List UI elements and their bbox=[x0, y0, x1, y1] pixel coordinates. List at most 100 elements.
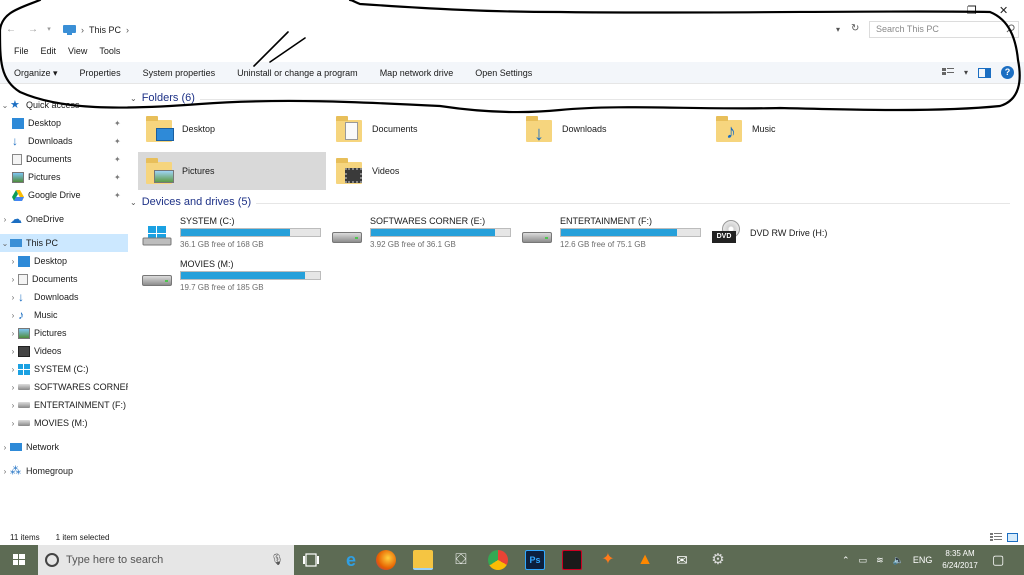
app-icon[interactable] bbox=[562, 550, 582, 570]
nav-onedrive[interactable]: › ☁ OneDrive bbox=[0, 210, 128, 228]
drive-softwares-corner-e[interactable]: SOFTWARES CORNER (E:) 3.92 GB free of 36… bbox=[326, 214, 511, 254]
recent-chevron-icon[interactable]: ▾ bbox=[42, 23, 56, 37]
change-view-icon[interactable] bbox=[941, 67, 954, 78]
chevron-right-icon[interactable]: › bbox=[8, 293, 18, 302]
vlc-icon[interactable]: ▲ bbox=[635, 550, 655, 570]
nav-pc-documents[interactable]: › Documents bbox=[0, 270, 128, 288]
chevron-right-icon[interactable]: › bbox=[0, 467, 10, 476]
folder-documents[interactable]: Documents bbox=[328, 110, 516, 148]
windows-start-icon[interactable] bbox=[0, 545, 38, 575]
chevron-right-icon[interactable]: › bbox=[8, 419, 18, 428]
nav-pc-system-c[interactable]: › SYSTEM (C:) bbox=[0, 360, 128, 378]
drive-movies-m[interactable]: MOVIES (M:) 19.7 GB free of 185 GB bbox=[136, 257, 321, 297]
chevron-right-icon[interactable]: › bbox=[0, 443, 10, 452]
nav-pc-movies-m[interactable]: › MOVIES (M:) bbox=[0, 414, 128, 432]
properties-button[interactable]: Properties bbox=[69, 62, 132, 84]
edge-browser-icon[interactable]: e bbox=[341, 550, 361, 570]
chevron-right-icon[interactable]: › bbox=[8, 311, 18, 320]
address-bar[interactable]: › This PC › bbox=[58, 21, 864, 39]
search-input[interactable]: Search This PC bbox=[869, 21, 1019, 38]
task-view-icon[interactable] bbox=[303, 553, 319, 567]
details-view-icon[interactable] bbox=[990, 533, 1002, 542]
chevron-right-icon[interactable]: › bbox=[8, 257, 18, 266]
nav-pc-desktop[interactable]: › Desktop bbox=[0, 252, 128, 270]
back-icon[interactable]: ← bbox=[4, 23, 18, 37]
chevron-right-icon[interactable]: › bbox=[126, 25, 129, 35]
chevron-right-icon[interactable]: › bbox=[81, 25, 84, 35]
nav-pc-pictures[interactable]: › Pictures bbox=[0, 324, 128, 342]
nav-this-pc[interactable]: ⌄ This PC bbox=[0, 234, 128, 252]
nav-network[interactable]: › Network bbox=[0, 438, 128, 456]
menu-file[interactable]: File bbox=[8, 45, 35, 57]
drive-entertainment-f[interactable]: ENTERTAINMENT (F:) 12.6 GB free of 75.1 … bbox=[516, 214, 701, 254]
breadcrumb-this-pc[interactable]: This PC bbox=[89, 25, 121, 35]
nav-pc-entertainment-f[interactable]: › ENTERTAINMENT (F:) bbox=[0, 396, 128, 414]
chevron-right-icon[interactable]: › bbox=[8, 401, 18, 410]
chevron-right-icon[interactable]: › bbox=[8, 329, 18, 338]
battery-icon[interactable]: ▭ bbox=[859, 555, 868, 566]
chevron-right-icon[interactable]: › bbox=[8, 347, 18, 356]
nav-qa-desktop[interactable]: Desktop ✦ bbox=[0, 114, 128, 132]
chevron-right-icon[interactable]: › bbox=[8, 365, 18, 374]
folder-desktop[interactable]: Desktop bbox=[138, 110, 326, 148]
file-explorer-taskbar-icon[interactable] bbox=[413, 550, 433, 570]
language-indicator[interactable]: ENG bbox=[913, 555, 933, 565]
drive-dvd-rw-h[interactable]: DVD DVD RW Drive (H:) bbox=[706, 214, 891, 254]
open-settings-button[interactable]: Open Settings bbox=[464, 62, 543, 84]
pin-icon[interactable]: ✦ bbox=[114, 173, 121, 182]
pin-icon[interactable]: ✦ bbox=[114, 155, 121, 164]
drives-group-header[interactable]: ⌄ Devices and drives (5) bbox=[130, 196, 251, 208]
chevron-right-icon[interactable]: › bbox=[8, 383, 18, 392]
action-center-icon[interactable]: ▢ bbox=[992, 552, 1004, 568]
refresh-icon[interactable]: ↻ bbox=[851, 23, 859, 34]
close-icon[interactable]: ✕ bbox=[999, 4, 1008, 17]
app-icon[interactable]: ⚙ bbox=[708, 550, 728, 570]
menu-view[interactable]: View bbox=[62, 45, 93, 57]
nav-qa-downloads[interactable]: ↓ Downloads ✦ bbox=[0, 132, 128, 150]
chevron-down-icon[interactable]: ⌄ bbox=[130, 94, 137, 103]
photoshop-icon[interactable]: Ps bbox=[525, 550, 545, 570]
search-icon[interactable] bbox=[1006, 24, 1015, 33]
view-dropdown-icon[interactable]: ▾ bbox=[964, 68, 968, 77]
pin-icon[interactable]: ✦ bbox=[114, 191, 121, 200]
store-icon[interactable]: ⛋ bbox=[451, 550, 471, 570]
chevron-right-icon[interactable]: › bbox=[8, 275, 18, 284]
map-network-drive-button[interactable]: Map network drive bbox=[369, 62, 465, 84]
chevron-down-icon[interactable]: ⌄ bbox=[0, 239, 10, 248]
folder-pictures[interactable]: Pictures bbox=[138, 152, 326, 190]
chevron-up-icon[interactable]: ⌃ bbox=[842, 555, 850, 566]
drive-system-c[interactable]: SYSTEM (C:) 36.1 GB free of 168 GB bbox=[136, 214, 321, 254]
nav-qa-google-drive[interactable]: Google Drive ✦ bbox=[0, 186, 128, 204]
menu-edit[interactable]: Edit bbox=[35, 45, 63, 57]
address-dropdown-icon[interactable]: ▾ bbox=[836, 25, 840, 34]
forward-icon[interactable]: → bbox=[26, 23, 40, 37]
chevron-right-icon[interactable]: › bbox=[0, 215, 10, 224]
pin-icon[interactable]: ✦ bbox=[114, 137, 121, 146]
nav-pc-videos[interactable]: › Videos bbox=[0, 342, 128, 360]
nav-homegroup[interactable]: › ⁂ Homegroup bbox=[0, 462, 128, 480]
large-icons-view-icon[interactable] bbox=[1007, 533, 1018, 542]
preview-pane-icon[interactable] bbox=[978, 67, 991, 78]
nav-pc-softwares-e[interactable]: › SOFTWARES CORNER bbox=[0, 378, 128, 396]
chevron-down-icon[interactable]: ⌄ bbox=[130, 198, 137, 207]
firefox-icon[interactable] bbox=[376, 550, 396, 570]
folder-downloads[interactable]: ↓ Downloads bbox=[518, 110, 706, 148]
wifi-icon[interactable]: ≋ bbox=[876, 555, 884, 566]
nav-pc-music[interactable]: › ♪ Music bbox=[0, 306, 128, 324]
uninstall-program-button[interactable]: Uninstall or change a program bbox=[226, 62, 369, 84]
microphone-icon[interactable]: 🎙 bbox=[270, 553, 284, 566]
organize-button[interactable]: Organize ▾ bbox=[0, 62, 69, 84]
mail-icon[interactable]: ✉ bbox=[672, 550, 692, 570]
volume-icon[interactable]: 🔈 bbox=[893, 555, 904, 566]
chrome-icon[interactable] bbox=[488, 550, 508, 570]
nav-quick-access[interactable]: ⌄ ★ Quick access bbox=[0, 96, 128, 114]
menu-tools[interactable]: Tools bbox=[93, 45, 126, 57]
folder-music[interactable]: ♪ Music bbox=[708, 110, 896, 148]
restore-icon[interactable]: ❐ bbox=[967, 4, 977, 17]
chevron-down-icon[interactable]: ⌄ bbox=[0, 101, 10, 110]
taskbar-search-input[interactable]: Type here to search 🎙 bbox=[38, 545, 294, 575]
help-icon[interactable]: ? bbox=[1001, 66, 1014, 79]
nav-pc-downloads[interactable]: › ↓ Downloads bbox=[0, 288, 128, 306]
folder-videos[interactable]: Videos bbox=[328, 152, 516, 190]
clock[interactable]: 8:35 AM 6/24/2017 bbox=[936, 548, 984, 572]
